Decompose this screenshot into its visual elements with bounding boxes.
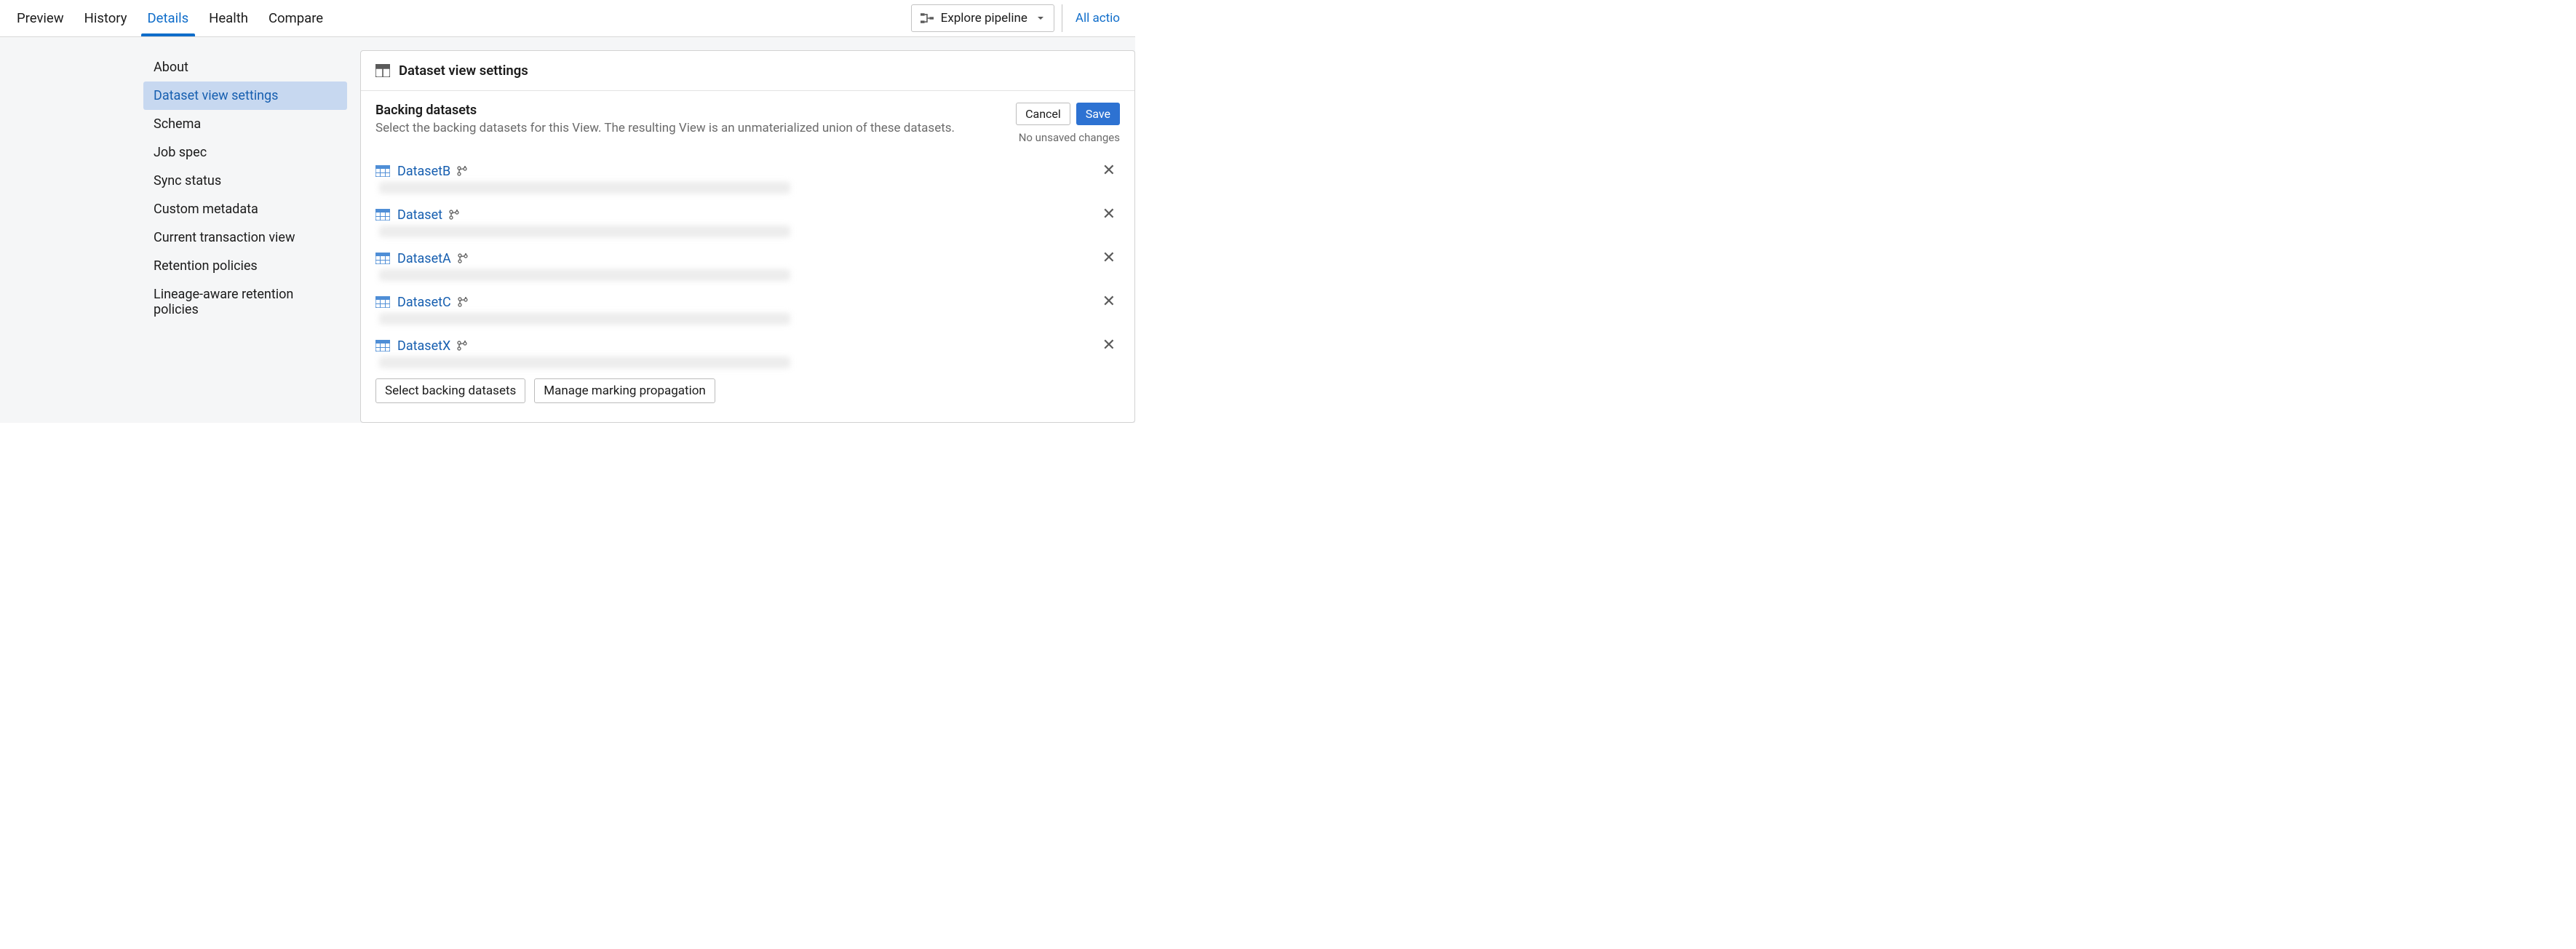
dataset-path-redacted xyxy=(379,357,790,368)
sidebar-item-label: Sync status xyxy=(154,173,221,188)
explore-pipeline-label: Explore pipeline xyxy=(941,11,1027,25)
remove-dataset-button[interactable]: ✕ xyxy=(1098,293,1120,311)
sidebar-item[interactable]: About xyxy=(143,53,347,82)
dataset-list: DatasetB ✕ Dataset ✕ xyxy=(375,156,1120,368)
save-button[interactable]: Save xyxy=(1076,103,1120,125)
remove-dataset-button[interactable]: ✕ xyxy=(1098,162,1120,180)
tab-compare[interactable]: Compare xyxy=(258,0,333,36)
dataset-path-redacted xyxy=(379,226,790,237)
dataset-path-redacted xyxy=(379,313,790,325)
dataset-row: DatasetC ✕ xyxy=(375,287,1120,313)
tab-details[interactable]: Details xyxy=(138,0,199,36)
dataset-row: Dataset ✕ xyxy=(375,199,1120,226)
sidebar-item-label: Lineage-aware retention policies xyxy=(154,287,293,317)
remove-dataset-button[interactable]: ✕ xyxy=(1098,336,1120,355)
dataset-row: DatasetB ✕ xyxy=(375,156,1120,182)
branch-icon[interactable] xyxy=(457,296,469,308)
dataset-icon xyxy=(375,209,390,221)
dataset-icon xyxy=(375,296,390,308)
dataset-icon xyxy=(375,340,390,352)
branch-icon[interactable] xyxy=(457,253,469,264)
sidebar-item[interactable]: Lineage-aware retention policies xyxy=(143,280,347,324)
settings-panel: Dataset view settings Backing datasets S… xyxy=(360,50,1135,423)
dataset-path-redacted xyxy=(379,182,790,194)
remove-dataset-button[interactable]: ✕ xyxy=(1098,249,1120,268)
dataset-name-link[interactable]: DatasetA xyxy=(397,251,451,266)
tab-label: Preview xyxy=(17,10,64,26)
dataset-path-redacted xyxy=(379,269,790,281)
tab-label: History xyxy=(84,10,127,26)
details-sidebar: About Dataset view settings Schema Job spec… xyxy=(143,50,347,423)
tab-label: Compare xyxy=(269,10,323,26)
explore-pipeline-button[interactable]: Explore pipeline xyxy=(911,4,1054,32)
panel-header: Dataset view settings xyxy=(361,51,1134,91)
branch-icon[interactable] xyxy=(456,340,468,352)
branch-icon[interactable] xyxy=(448,209,460,221)
sidebar-item[interactable]: Custom metadata xyxy=(143,195,347,223)
dataset-name-link[interactable]: DatasetC xyxy=(397,295,451,310)
select-backing-datasets-button[interactable]: Select backing datasets xyxy=(375,378,525,403)
tab-history[interactable]: History xyxy=(74,0,138,36)
all-actions-label: All actio xyxy=(1076,11,1120,25)
dataset-name-link[interactable]: Dataset xyxy=(397,207,442,223)
chevron-down-icon xyxy=(1036,14,1045,23)
content-area: About Dataset view settings Schema Job spec… xyxy=(0,37,1135,423)
panel-title: Dataset view settings xyxy=(399,63,528,79)
tab-preview[interactable]: Preview xyxy=(7,0,74,36)
sidebar-item[interactable]: Schema xyxy=(143,110,347,138)
section-title: Backing datasets xyxy=(375,103,1016,118)
pipeline-icon xyxy=(921,12,934,25)
dataset-row: DatasetA ✕ xyxy=(375,243,1120,269)
remove-dataset-button[interactable]: ✕ xyxy=(1098,205,1120,224)
sidebar-item-label: Schema xyxy=(154,116,201,132)
dataset-icon xyxy=(375,253,390,264)
branch-icon[interactable] xyxy=(456,165,468,177)
cancel-button[interactable]: Cancel xyxy=(1016,103,1070,125)
section-desc: Select the backing datasets for this Vie… xyxy=(375,121,1016,135)
sidebar-item-label: Job spec xyxy=(154,145,207,160)
table-icon xyxy=(375,64,390,77)
sidebar-item[interactable]: Retention policies xyxy=(143,252,347,280)
dataset-icon xyxy=(375,165,390,177)
all-actions-button[interactable]: All actio xyxy=(1062,4,1129,32)
dataset-row: DatasetX ✕ xyxy=(375,330,1120,357)
unsaved-status: No unsaved changes xyxy=(1019,131,1120,144)
tab-health[interactable]: Health xyxy=(199,0,258,36)
dataset-name-link[interactable]: DatasetX xyxy=(397,338,450,354)
dataset-name-link[interactable]: DatasetB xyxy=(397,164,450,179)
sidebar-item[interactable]: Job spec xyxy=(143,138,347,167)
tab-label: Health xyxy=(209,10,248,26)
sidebar-item-label: Retention policies xyxy=(154,258,258,274)
tab-label: Details xyxy=(148,10,189,26)
sidebar-item-label: Dataset view settings xyxy=(154,88,278,103)
sidebar-item[interactable]: Current transaction view xyxy=(143,223,347,252)
sidebar-item-label: About xyxy=(154,60,188,75)
sidebar-item-label: Custom metadata xyxy=(154,202,258,217)
sidebar-item[interactable]: Dataset view settings xyxy=(143,82,347,110)
top-tab-bar: Preview History Details Health Compare Explo… xyxy=(0,0,1135,37)
sidebar-item[interactable]: Sync status xyxy=(143,167,347,195)
manage-marking-propagation-button[interactable]: Manage marking propagation xyxy=(534,378,715,403)
sidebar-item-label: Current transaction view xyxy=(154,230,295,245)
